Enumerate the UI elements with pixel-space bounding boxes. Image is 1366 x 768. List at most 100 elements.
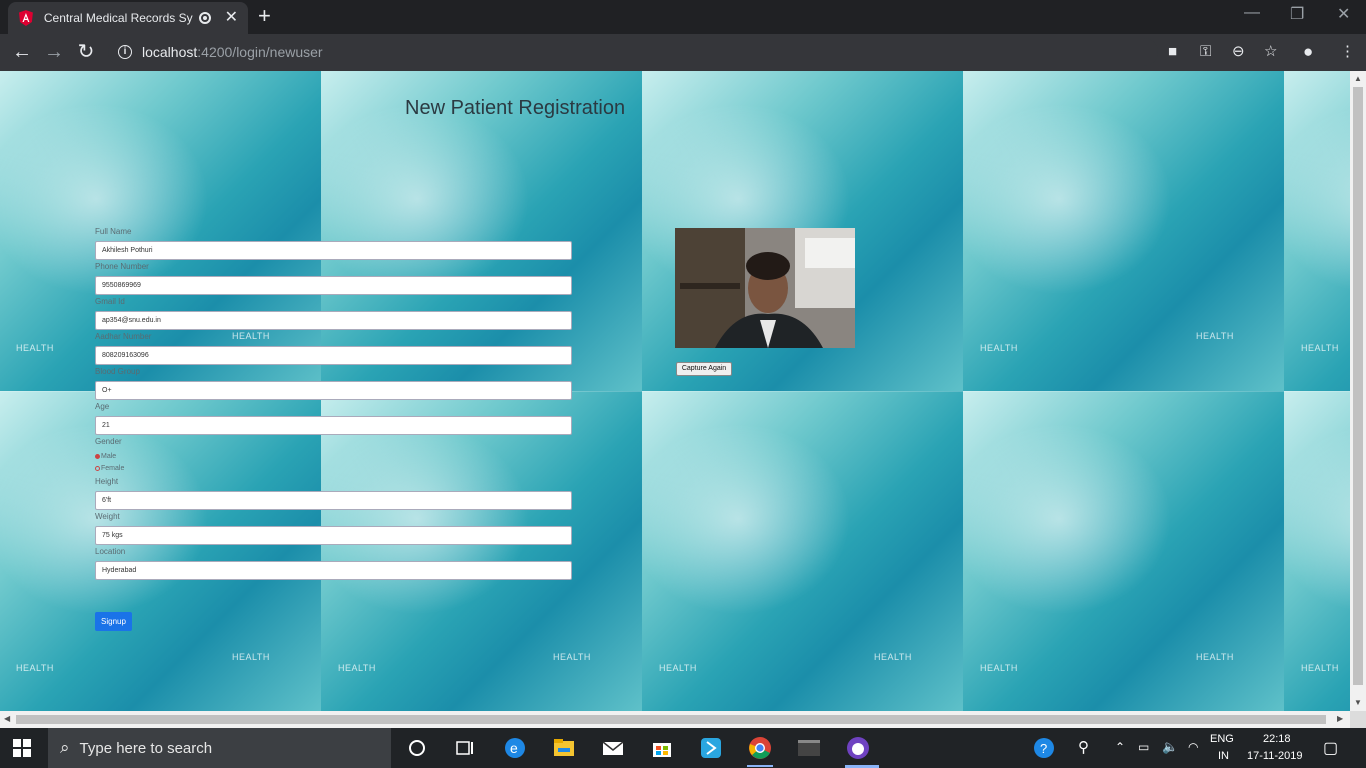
aadhar-label: Aadhar Number bbox=[95, 332, 152, 341]
full-name-label: Full Name bbox=[95, 227, 132, 236]
scroll-up-icon[interactable]: ▲ bbox=[1354, 74, 1362, 83]
horizontal-scrollbar[interactable]: ◀ ▶ bbox=[0, 711, 1350, 728]
recording-icon bbox=[198, 12, 211, 24]
address-bar[interactable]: i localhost :4200/login/newuser bbox=[108, 38, 1158, 66]
weight-input[interactable]: 75 kgs bbox=[95, 526, 572, 545]
site-info-icon[interactable]: i bbox=[118, 45, 132, 59]
new-tab-button[interactable]: + bbox=[258, 5, 271, 27]
running-app-indicator bbox=[747, 765, 773, 767]
height-label: Height bbox=[95, 477, 119, 486]
gender-female-option[interactable]: Female bbox=[95, 465, 124, 472]
blood-group-input[interactable]: O+ bbox=[95, 381, 572, 400]
back-icon[interactable]: ← bbox=[10, 40, 34, 64]
watermark-text: HEALTH bbox=[980, 663, 1018, 673]
people-icon[interactable]: ⚲ bbox=[1078, 738, 1089, 756]
restore-icon[interactable]: ❐ bbox=[1290, 4, 1304, 24]
app-icon[interactable] bbox=[699, 736, 723, 760]
store-icon[interactable] bbox=[650, 736, 674, 760]
mail-icon[interactable] bbox=[601, 736, 625, 760]
radio-unselected-icon[interactable] bbox=[95, 466, 100, 471]
phone-label: Phone Number bbox=[95, 262, 149, 271]
watermark-text: HEALTH bbox=[553, 652, 591, 662]
watermark-text: HEALTH bbox=[980, 343, 1018, 353]
scroll-down-icon[interactable]: ▼ bbox=[1354, 698, 1362, 707]
window-close-icon[interactable]: ✕ bbox=[1337, 4, 1350, 24]
age-label: Age bbox=[95, 402, 110, 411]
gmail-label: Gmail Id bbox=[95, 297, 125, 306]
scroll-left-icon[interactable]: ◀ bbox=[4, 714, 10, 723]
watermark-text: HEALTH bbox=[232, 331, 270, 341]
battery-icon[interactable]: ▭ bbox=[1138, 740, 1149, 754]
page-title: New Patient Registration bbox=[405, 97, 626, 119]
phone-input[interactable]: 9550869969 bbox=[95, 276, 572, 295]
url-host: localhost bbox=[142, 44, 198, 60]
aadhar-input[interactable]: 808209163096 bbox=[95, 346, 572, 365]
profile-icon[interactable]: ● bbox=[1303, 43, 1313, 61]
horizontal-scroll-thumb[interactable] bbox=[16, 715, 1326, 724]
clock-date[interactable]: 17-11-2019 bbox=[1247, 750, 1302, 762]
help-icon[interactable]: ? bbox=[1032, 736, 1056, 760]
taskbar-search-box[interactable]: ⌕ Type here to search bbox=[48, 728, 391, 768]
bookmark-star-icon[interactable]: ☆ bbox=[1264, 43, 1277, 61]
gender-label: Gender bbox=[95, 437, 122, 446]
volume-muted-icon[interactable]: 🔈 bbox=[1162, 739, 1178, 755]
page-content: HEALTH HEALTH HEALTH HEALTH HEALTH HEALT… bbox=[0, 71, 1350, 711]
browser-tab[interactable]: Central Medical Records Syst ✕ bbox=[8, 2, 248, 34]
weight-label: Weight bbox=[95, 512, 120, 521]
angular-icon bbox=[18, 10, 33, 26]
windows-taskbar: ⌕ Type here to search e ? ⚲ ⌃ ▭ 🔈 ◠ ENG … bbox=[0, 728, 1366, 768]
language-code[interactable]: ENG bbox=[1210, 733, 1234, 745]
capture-again-button[interactable]: Capture Again bbox=[676, 362, 732, 376]
vertical-scroll-thumb[interactable] bbox=[1353, 87, 1363, 685]
menu-icon[interactable]: ⋮ bbox=[1340, 43, 1355, 61]
windows-start-icon[interactable] bbox=[13, 739, 31, 757]
notification-icon[interactable]: ▢ bbox=[1323, 738, 1338, 758]
scroll-right-icon[interactable]: ▶ bbox=[1337, 714, 1343, 723]
language-region[interactable]: IN bbox=[1218, 750, 1229, 762]
forward-icon[interactable]: → bbox=[42, 40, 66, 64]
watermark-text: HEALTH bbox=[1301, 663, 1339, 673]
file-explorer-icon[interactable] bbox=[552, 736, 576, 760]
chrome-icon[interactable] bbox=[748, 736, 772, 760]
cortana-icon[interactable] bbox=[405, 736, 429, 760]
captured-photo-image bbox=[675, 228, 855, 348]
search-placeholder: Type here to search bbox=[79, 739, 213, 757]
watermark-text: HEALTH bbox=[1196, 652, 1234, 662]
svg-text:e: e bbox=[510, 740, 518, 756]
watermark-text: HEALTH bbox=[338, 663, 376, 673]
wifi-icon[interactable]: ◠ bbox=[1188, 740, 1198, 754]
radio-selected-icon[interactable] bbox=[95, 454, 100, 459]
key-icon[interactable]: ⚿ bbox=[1200, 43, 1211, 61]
show-hidden-icons[interactable]: ⌃ bbox=[1115, 740, 1125, 754]
github-desktop-icon[interactable] bbox=[846, 736, 870, 760]
url-path: :4200/login/newuser bbox=[197, 44, 323, 60]
clock-time[interactable]: 22:18 bbox=[1263, 733, 1291, 745]
reload-icon[interactable]: ↻ bbox=[74, 40, 98, 64]
location-input[interactable]: Hyderabad bbox=[95, 561, 572, 580]
blood-group-label: Blood Group bbox=[95, 367, 140, 376]
zoom-icon[interactable]: ⊖ bbox=[1232, 43, 1245, 61]
minimize-icon[interactable]: — bbox=[1244, 4, 1260, 22]
gender-male-option[interactable]: Male bbox=[95, 453, 116, 460]
tab-close-icon[interactable]: ✕ bbox=[225, 10, 238, 26]
gmail-input[interactable]: ap354@snu.edu.in bbox=[95, 311, 572, 330]
watermark-text: HEALTH bbox=[232, 652, 270, 662]
watermark-text: HEALTH bbox=[1196, 331, 1234, 341]
signup-button[interactable]: Signup bbox=[95, 612, 132, 631]
webcam-photo bbox=[675, 228, 855, 348]
watermark-text: HEALTH bbox=[16, 343, 54, 353]
watermark-text: HEALTH bbox=[16, 663, 54, 673]
browser-toolbar: ← → ↻ i localhost :4200/login/newuser ■ … bbox=[0, 34, 1366, 71]
tab-title: Central Medical Records Syst bbox=[43, 11, 193, 25]
watermark-text: HEALTH bbox=[874, 652, 912, 662]
height-input[interactable]: 6'ft bbox=[95, 491, 572, 510]
location-label: Location bbox=[95, 547, 126, 556]
vertical-scrollbar[interactable]: ▲ ▼ bbox=[1350, 71, 1366, 711]
age-input[interactable]: 21 bbox=[95, 416, 572, 435]
task-view-icon[interactable] bbox=[453, 736, 477, 760]
svg-text:?: ? bbox=[1040, 741, 1047, 756]
terminal-icon[interactable] bbox=[797, 736, 821, 760]
camera-icon[interactable]: ■ bbox=[1168, 43, 1177, 61]
full-name-input[interactable]: Akhilesh Pothuri bbox=[95, 241, 572, 260]
edge-icon[interactable]: e bbox=[503, 736, 527, 760]
